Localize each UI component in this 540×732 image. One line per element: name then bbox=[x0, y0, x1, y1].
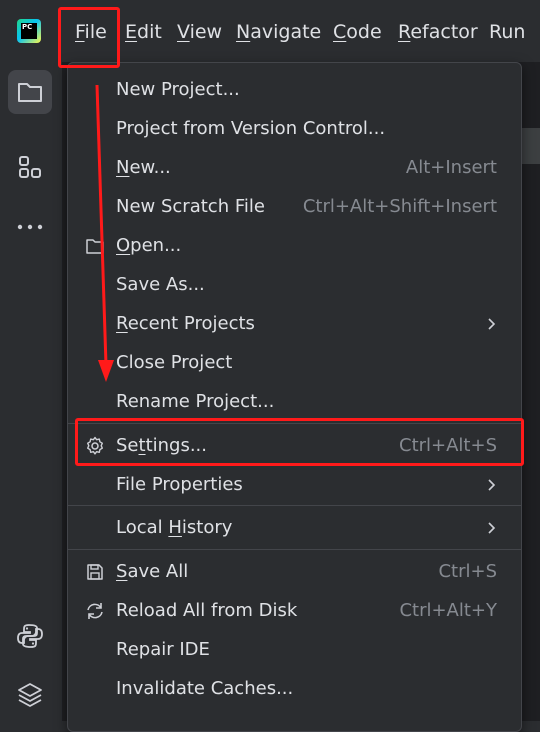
menu-item-label: Rename Project... bbox=[116, 391, 275, 412]
menu-navigate[interactable]: Navigate bbox=[236, 20, 321, 44]
menu-file[interactable]: File bbox=[75, 20, 107, 44]
reload-icon bbox=[84, 600, 106, 622]
menu-item-label: File Properties bbox=[116, 474, 243, 495]
menu-item-label: Repair IDE bbox=[116, 639, 210, 660]
shortcut-label: Ctrl+Alt+Y bbox=[399, 600, 497, 621]
chevron-right-icon bbox=[488, 479, 496, 491]
python-icon bbox=[17, 624, 43, 648]
python-console-button[interactable] bbox=[8, 614, 52, 658]
more-tools-button[interactable] bbox=[8, 205, 52, 249]
menu-item-close-project[interactable]: Close Project bbox=[68, 345, 521, 381]
layers-icon bbox=[18, 683, 42, 707]
menu-item-label: Save As... bbox=[116, 274, 205, 295]
chevron-right-icon bbox=[488, 522, 496, 534]
menu-item-label: Invalidate Caches... bbox=[116, 678, 294, 699]
shortcut-label: Ctrl+Alt+Shift+Insert bbox=[302, 196, 497, 217]
menu-code[interactable]: Code bbox=[333, 20, 382, 44]
menu-item-rename-project[interactable]: Rename Project... bbox=[68, 384, 521, 420]
menu-run[interactable]: Run bbox=[489, 20, 525, 44]
menu-item-label: Project from Version Control... bbox=[116, 118, 386, 139]
editor-scrollbar[interactable] bbox=[522, 128, 540, 164]
structure-tool-button[interactable] bbox=[8, 145, 52, 189]
menu-item-project-from-vcs[interactable]: Project from Version Control... bbox=[68, 111, 521, 147]
menu-item-label: Open... bbox=[116, 235, 182, 256]
menu-item-label: New Scratch File bbox=[116, 196, 265, 217]
shortcut-label: Ctrl+Alt+S bbox=[399, 435, 497, 456]
more-icon bbox=[17, 224, 43, 230]
menu-item-file-properties[interactable]: File Properties bbox=[68, 467, 521, 503]
gear-icon bbox=[84, 435, 106, 457]
menu-item-reload-all[interactable]: Reload All from Disk Ctrl+Alt+Y bbox=[68, 593, 521, 629]
pycharm-logo[interactable]: PC bbox=[17, 19, 41, 43]
menu-item-settings[interactable]: Settings... Ctrl+Alt+S bbox=[68, 428, 521, 464]
menu-separator bbox=[68, 423, 521, 424]
project-tool-button[interactable] bbox=[8, 70, 52, 114]
menu-item-new[interactable]: New... Alt+Insert bbox=[68, 150, 521, 186]
menu-separator bbox=[68, 505, 521, 506]
menu-edit[interactable]: Edit bbox=[125, 20, 162, 44]
menu-item-label: New Project... bbox=[116, 79, 240, 100]
tool-window-sidebar bbox=[0, 62, 63, 721]
menu-item-recent-projects[interactable]: Recent Projects bbox=[68, 306, 521, 342]
menu-item-label: Local History bbox=[116, 517, 233, 538]
menu-item-label: Save All bbox=[116, 561, 189, 582]
folder-icon bbox=[18, 83, 42, 102]
structure-icon bbox=[19, 156, 41, 178]
menu-item-label: New... bbox=[116, 157, 171, 178]
menu-item-label: Settings... bbox=[116, 435, 207, 456]
shortcut-label: Alt+Insert bbox=[405, 157, 497, 178]
pycharm-logo-text: PC bbox=[21, 23, 37, 39]
menu-item-save-all[interactable]: Save All Ctrl+S bbox=[68, 554, 521, 590]
folder-icon bbox=[84, 235, 106, 257]
menu-item-save-as[interactable]: Save As... bbox=[68, 267, 521, 303]
services-tool-button[interactable] bbox=[8, 673, 52, 717]
menu-item-label: Reload All from Disk bbox=[116, 600, 298, 621]
menu-refactor[interactable]: Refactor bbox=[398, 20, 478, 44]
save-icon bbox=[84, 561, 106, 583]
menu-view[interactable]: View bbox=[177, 20, 222, 44]
menu-item-new-project[interactable]: New Project... bbox=[68, 72, 521, 108]
chevron-right-icon bbox=[488, 318, 496, 330]
menu-separator bbox=[68, 549, 521, 550]
menu-item-label: Close Project bbox=[116, 352, 233, 373]
menu-item-local-history[interactable]: Local History bbox=[68, 510, 521, 546]
shortcut-label: Ctrl+S bbox=[438, 561, 497, 582]
menu-item-open[interactable]: Open... bbox=[68, 228, 521, 264]
menu-item-repair-ide[interactable]: Repair IDE bbox=[68, 632, 521, 668]
title-bar: PC File Edit View Navigate Code Refactor… bbox=[0, 0, 540, 62]
menu-item-new-scratch-file[interactable]: New Scratch File Ctrl+Alt+Shift+Insert bbox=[68, 189, 521, 225]
menu-item-label: Recent Projects bbox=[116, 313, 255, 334]
file-dropdown-menu: New Project... Project from Version Cont… bbox=[67, 62, 522, 732]
menu-item-invalidate-caches[interactable]: Invalidate Caches... bbox=[68, 671, 521, 707]
